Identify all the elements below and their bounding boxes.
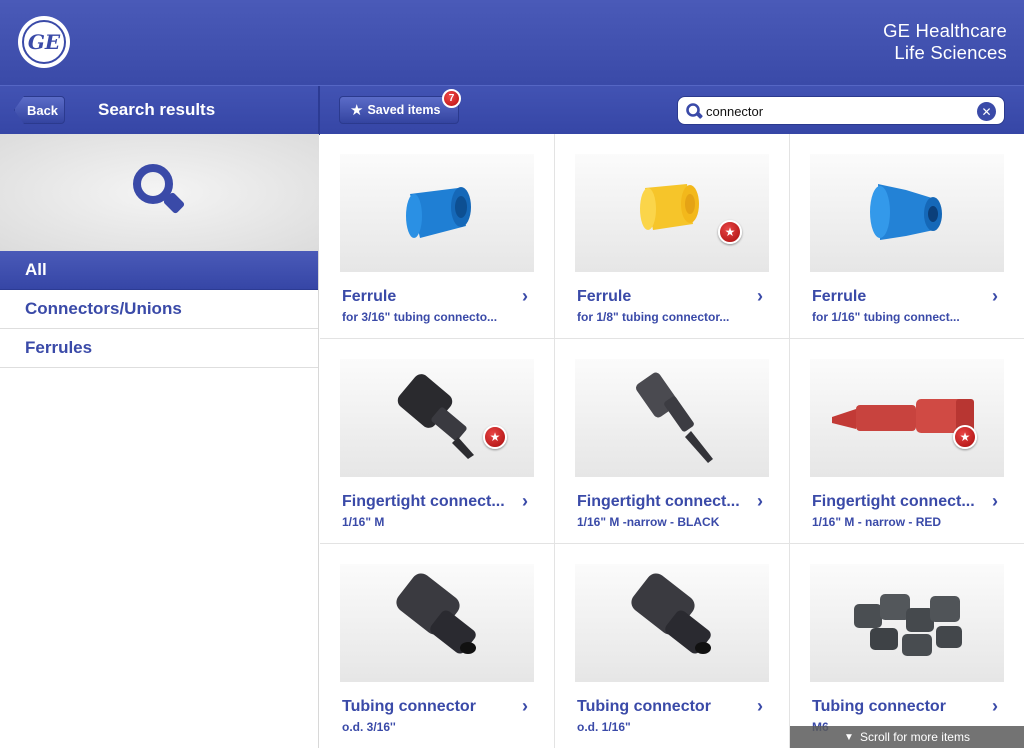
product-card[interactable]: Ferrule for 3/16" tubing connecto... ›: [320, 134, 555, 339]
app-header: GE GE Healthcare Life Sciences: [0, 0, 1024, 85]
product-card[interactable]: Ferrule for 1/16" tubing connect... ›: [790, 134, 1024, 339]
product-title: Tubing connector: [812, 698, 946, 715]
product-title: Fingertight connect...: [577, 493, 740, 510]
chevron-right-icon[interactable]: ›: [992, 286, 998, 307]
product-image: [810, 154, 1004, 272]
product-image: [810, 359, 1004, 477]
toolbar: Back Search results ★ Saved items ✕: [0, 85, 1024, 135]
narrow-red-fingertight-icon: [832, 399, 974, 433]
back-button[interactable]: Back: [14, 96, 65, 124]
clear-search-icon[interactable]: ✕: [977, 102, 996, 121]
chevron-right-icon[interactable]: ›: [522, 696, 528, 717]
chevron-right-icon[interactable]: ›: [522, 286, 528, 307]
product-card[interactable]: Tubing connector o.d. 1/16" ›: [555, 544, 790, 748]
large-search-icon: [132, 163, 184, 213]
category-item[interactable]: Ferrules: [0, 329, 318, 368]
product-image: [340, 564, 534, 682]
search-icon: [686, 103, 703, 119]
product-subtitle: o.d. 1/16": [577, 720, 631, 734]
app-window: GE GE Healthcare Life Sciences Back Sear…: [0, 0, 1024, 748]
scroll-hint: ▼ Scroll for more items: [790, 726, 1024, 748]
product-subtitle: for 1/16" tubing connect...: [812, 310, 960, 324]
product-image: [810, 564, 1004, 682]
category-list: All Connectors/Unions Ferrules: [0, 251, 318, 368]
product-image: [575, 154, 769, 272]
search-box[interactable]: ✕: [677, 96, 1005, 125]
saved-items-label: Saved items: [367, 103, 441, 117]
product-title: Tubing connector: [577, 698, 711, 715]
product-subtitle: 1/16" M -narrow - BLACK: [577, 515, 720, 529]
toolbar-divider: [318, 86, 320, 135]
narrow-black-fingertight-icon: [636, 372, 713, 463]
scroll-hint-label: Scroll for more items: [859, 730, 970, 744]
chevron-right-icon[interactable]: ›: [757, 696, 763, 717]
brand-name: GE Healthcare Life Sciences: [883, 20, 1007, 64]
product-image: [340, 359, 534, 477]
product-title: Tubing connector: [342, 698, 476, 715]
search-input[interactable]: [706, 101, 968, 121]
product-title: Fingertight connect...: [812, 493, 975, 510]
product-subtitle: for 1/8" tubing connector...: [577, 310, 730, 324]
ge-logo: GE: [18, 16, 70, 68]
tubing-connector-icon: [396, 573, 476, 654]
blue-ferrule-icon: [406, 187, 471, 238]
product-card[interactable]: ★ Fingertight connect... 1/16" M ›: [320, 339, 555, 544]
saved-star-icon[interactable]: ★: [953, 425, 977, 449]
category-item[interactable]: All: [0, 251, 318, 290]
product-subtitle: 1/16" M - narrow - RED: [812, 515, 942, 529]
product-image: [575, 359, 769, 477]
product-card[interactable]: Tubing connectorM6›: [790, 544, 1024, 748]
product-card[interactable]: ★ Fingertight connect... 1/16" M - narrow …: [790, 339, 1024, 544]
chevron-right-icon[interactable]: ›: [757, 286, 763, 307]
product-card[interactable]: Tubing connector o.d. 3/16'' ›: [320, 544, 555, 748]
chevron-right-icon[interactable]: ›: [757, 491, 763, 512]
saved-count-badge: 7: [442, 89, 461, 108]
ge-monogram: GE: [22, 20, 66, 64]
tubing-connector-pile-icon: [854, 594, 962, 656]
product-title: Ferrule: [577, 288, 632, 305]
yellow-ferrule-icon: [640, 184, 699, 230]
brand-line-2: Life Sciences: [894, 42, 1007, 63]
product-subtitle: for 3/16" tubing connecto...: [342, 310, 498, 324]
product-card[interactable]: Fingertight connect... 1/16" M -narrow - …: [555, 339, 790, 544]
page-title: Search results: [98, 100, 216, 119]
product-grid: Ferrule for 3/16" tubing connecto... › ★ Fer…: [320, 134, 1024, 748]
saved-star-icon[interactable]: ★: [483, 425, 507, 449]
product-image: [575, 564, 769, 682]
chevron-right-icon[interactable]: ›: [522, 491, 528, 512]
black-fingertight-icon: [397, 374, 474, 459]
product-subtitle: 1/16" M: [342, 515, 385, 529]
brand-line-1: GE Healthcare: [883, 20, 1007, 41]
product-card[interactable]: ★ Ferrule for 1/8" tubing connector... ›: [555, 134, 790, 339]
chevron-right-icon[interactable]: ›: [992, 491, 998, 512]
blue-cone-ferrule-icon: [870, 184, 942, 240]
saved-star-icon[interactable]: ★: [718, 220, 742, 244]
product-image: [340, 154, 534, 272]
sidebar-search-banner: [0, 134, 319, 251]
product-title: Ferrule: [812, 288, 867, 305]
chevron-right-icon[interactable]: ›: [992, 696, 998, 717]
star-icon: ★: [350, 102, 364, 119]
product-subtitle: o.d. 3/16'': [342, 720, 396, 734]
product-title: Ferrule: [342, 288, 397, 305]
caret-down-icon: ▼: [844, 731, 854, 743]
category-item[interactable]: Connectors/Unions: [0, 290, 318, 329]
saved-items-button[interactable]: ★ Saved items: [339, 96, 459, 124]
tubing-connector-icon: [631, 573, 711, 654]
product-title: Fingertight connect...: [342, 493, 505, 510]
category-sidebar: All Connectors/Unions Ferrules: [0, 134, 319, 748]
